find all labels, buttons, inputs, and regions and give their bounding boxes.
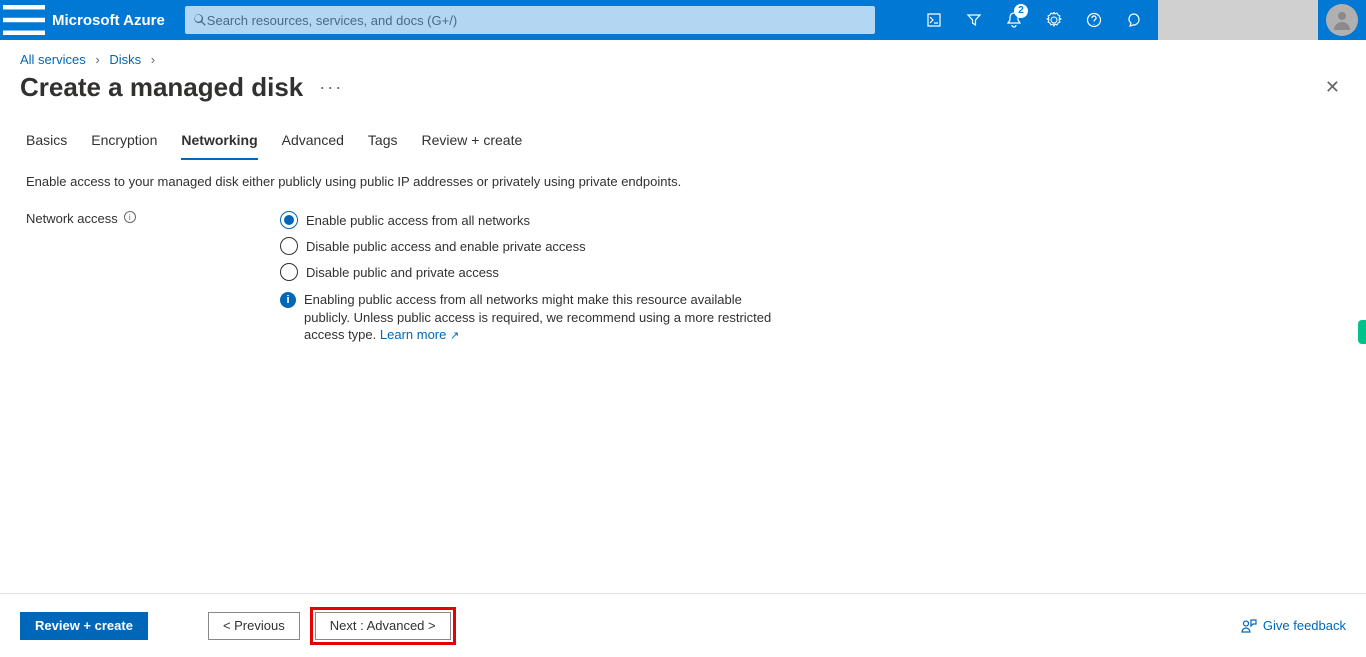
search-icon — [193, 13, 207, 27]
previous-button[interactable]: < Previous — [208, 612, 300, 640]
top-icon-group: 2 — [914, 0, 1366, 40]
chevron-right-icon: › — [145, 52, 161, 67]
breadcrumb-disks[interactable]: Disks — [109, 52, 141, 67]
next-button-highlight: Next : Advanced > — [310, 607, 456, 645]
breadcrumb-all-services[interactable]: All services — [20, 52, 86, 67]
more-actions-icon[interactable]: ··· — [319, 77, 343, 98]
feedback-label: Give feedback — [1263, 618, 1346, 633]
side-feedback-tab[interactable] — [1358, 320, 1366, 344]
info-text: Enabling public access from all networks… — [304, 291, 780, 344]
top-bar: Microsoft Azure 2 — [0, 0, 1366, 40]
info-callout: i Enabling public access from all networ… — [280, 285, 780, 344]
hamburger-menu-icon[interactable] — [0, 0, 48, 40]
chevron-right-icon: › — [89, 52, 105, 67]
page-title: Create a managed disk — [20, 72, 303, 103]
tab-networking[interactable]: Networking — [181, 122, 257, 160]
help-icon[interactable] — [1074, 0, 1114, 40]
external-link-icon: ↗ — [450, 330, 459, 342]
info-text-body: Enabling public access from all networks… — [304, 292, 771, 342]
close-icon[interactable]: ✕ — [1319, 71, 1346, 104]
tab-advanced[interactable]: Advanced — [282, 122, 344, 160]
radio-label: Disable public and private access — [306, 265, 499, 280]
label-text: Network access — [26, 211, 118, 226]
network-access-label: Network access i — [26, 207, 280, 344]
breadcrumb: All services › Disks › — [0, 40, 1366, 67]
radio-label: Disable public access and enable private… — [306, 239, 586, 254]
tab-tags[interactable]: Tags — [368, 122, 398, 160]
tab-bar: Basics Encryption Networking Advanced Ta… — [0, 122, 1366, 160]
search-input[interactable] — [207, 13, 867, 28]
wizard-footer: Review + create < Previous Next : Advanc… — [0, 593, 1366, 657]
radio-enable-public-all[interactable]: Enable public access from all networks — [280, 207, 1340, 233]
account-placeholder — [1158, 0, 1318, 40]
tab-review-create[interactable]: Review + create — [421, 122, 522, 160]
global-search[interactable] — [185, 6, 875, 34]
review-create-button[interactable]: Review + create — [20, 612, 148, 640]
notifications-icon[interactable]: 2 — [994, 0, 1034, 40]
cloud-shell-icon[interactable] — [914, 0, 954, 40]
info-solid-icon: i — [280, 292, 296, 308]
network-access-field: Enable public access from all networks D… — [280, 207, 1340, 344]
user-avatar[interactable] — [1326, 4, 1358, 36]
info-icon[interactable]: i — [124, 211, 136, 223]
person-feedback-icon — [1241, 619, 1257, 633]
feedback-icon[interactable] — [1114, 0, 1154, 40]
settings-icon[interactable] — [1034, 0, 1074, 40]
next-advanced-button[interactable]: Next : Advanced > — [315, 612, 451, 640]
radio-disable-public-private[interactable]: Disable public and private access — [280, 259, 1340, 285]
form-row-network-access: Network access i Enable public access fr… — [0, 207, 1366, 344]
brand-label: Microsoft Azure — [48, 12, 181, 29]
learn-more-link[interactable]: Learn more ↗ — [380, 327, 459, 342]
radio-icon — [280, 263, 298, 281]
give-feedback-link[interactable]: Give feedback — [1241, 618, 1346, 633]
radio-icon — [280, 237, 298, 255]
filter-icon[interactable] — [954, 0, 994, 40]
tab-encryption[interactable]: Encryption — [91, 122, 157, 160]
tab-basics[interactable]: Basics — [26, 122, 67, 160]
page-header: Create a managed disk ··· ✕ — [0, 67, 1366, 122]
radio-disable-public-enable-private[interactable]: Disable public access and enable private… — [280, 233, 1340, 259]
notification-badge: 2 — [1014, 4, 1028, 18]
tab-description: Enable access to your managed disk eithe… — [0, 160, 1366, 207]
radio-label: Enable public access from all networks — [306, 213, 530, 228]
radio-icon — [280, 211, 298, 229]
